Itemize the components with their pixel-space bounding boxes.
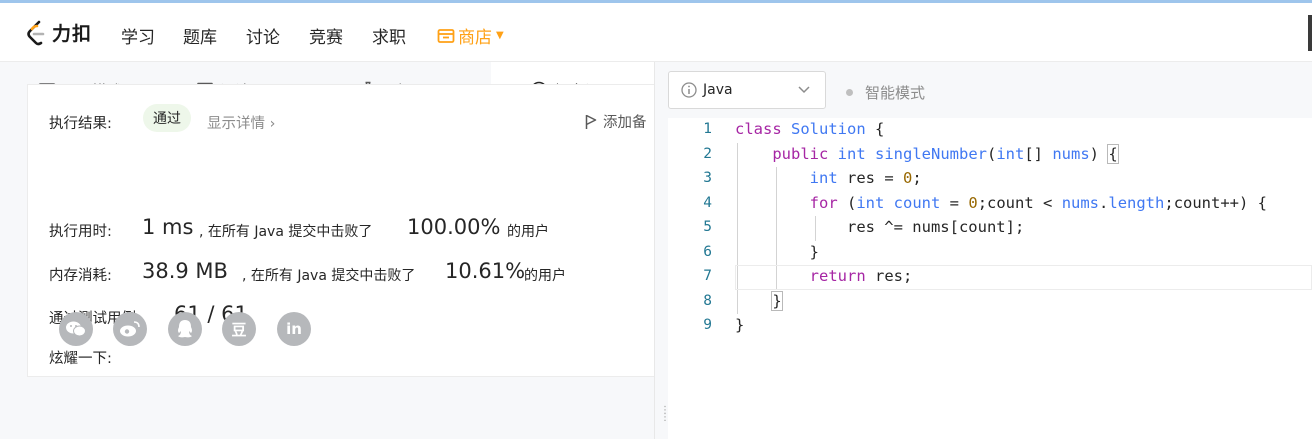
runtime-percentile: 100.00% [407,215,501,239]
runtime-suffix: 的用户 [507,224,549,240]
code-text: public int singleNumber(int[] nums) { [772,143,1119,164]
nav-item-contest[interactable]: 竞赛 [309,23,343,48]
window-edge [1308,15,1312,51]
weibo-icon[interactable] [113,312,147,346]
smart-mode-toggle[interactable]: 智能模式 [846,82,925,103]
linkedin-icon[interactable]: in [277,312,311,346]
code-text: class Solution { [735,120,885,138]
logo-mark-icon [26,20,48,46]
memory-value: 38.9 MB [142,259,228,283]
code-line: 9 } [668,314,1312,339]
line-number: 4 [703,194,712,211]
memory-suffix: 的用户 [524,268,566,284]
editor-toolbar: Java 智能模式 [668,62,1312,118]
code-line: 8 } [668,290,1312,315]
code-text: } [771,290,783,311]
code-line-current: 7 return res; [668,265,1312,290]
share-label: 炫耀一下: [49,351,112,367]
logo-text: 力扣 [52,23,93,45]
leetcode-logo[interactable]: 力扣 [26,19,92,46]
code-editor[interactable]: 1 class Solution { 2 public int singleNu… [668,118,1312,439]
line-number: 6 [703,243,712,260]
code-line: 3 int res = 0; [668,167,1312,192]
memory-percentile: 10.61% [445,259,526,283]
drag-grip-icon: ⋮ ⋮ [660,405,670,423]
code-line: 1 class Solution { [668,118,1312,143]
nav-item-discuss[interactable]: 讨论 [246,23,280,48]
code-text: res ^= nums[count]; [735,218,1025,236]
store-label: 商店 [458,28,492,48]
nav-item-store[interactable]: 商店 ▼ [437,23,504,48]
language-value: Java [703,82,733,98]
runtime-description: , 在所有 Java 提交中击败了 [199,224,373,240]
runtime-label: 执行用时: [49,224,112,240]
show-details-link[interactable]: 显示详情 › [207,112,275,133]
code-line: 2 public int singleNumber(int[] nums) { [668,143,1312,168]
code-text: int res = 0; [809,169,922,187]
douban-icon[interactable]: 豆 [222,312,256,346]
nav-item-learn[interactable]: 学习 [121,23,155,48]
code-text: for (int count = 0;count < nums.length;c… [809,193,1268,212]
chevron-down-icon [797,82,811,100]
line-number: 1 [703,121,712,137]
add-note-button[interactable]: 添加备 [585,111,647,132]
runtime-value: 1 ms [142,215,194,239]
status-badge: 通过 [143,104,191,132]
top-navbar: 力扣 学习 题库 讨论 竞赛 求职 商店 ▼ [0,3,1312,62]
memory-label: 内存消耗: [49,268,112,284]
line-number: 8 [703,292,712,309]
line-number: 9 [703,317,712,333]
code-text: } [735,316,745,334]
wechat-icon[interactable] [59,312,93,346]
code-line: 5 res ^= nums[count]; [668,216,1312,241]
nav-item-problems[interactable]: 题库 [183,23,217,48]
memory-description: , 在所有 Java 提交中击败了 [242,268,416,284]
code-line: 6 } [668,241,1312,266]
line-number: 2 [703,145,712,162]
result-status-label: 执行结果: [49,116,112,132]
code-text: } [735,242,819,261]
info-icon [681,82,697,98]
line-number: 5 [703,219,712,235]
language-select[interactable]: Java [668,71,826,109]
smart-mode-label: 智能模式 [865,84,926,102]
add-note-label: 添加备 [603,115,647,131]
mode-dot-icon [846,89,853,96]
store-icon [437,28,455,44]
caret-down-icon: ▼ [496,30,504,41]
line-number: 7 [703,268,712,284]
nav-item-jobs[interactable]: 求职 [372,23,406,48]
panel-resize-handle[interactable]: ⋮ ⋮ [654,62,670,439]
flag-icon [585,114,597,130]
line-number: 3 [703,170,712,186]
qq-icon[interactable] [168,312,202,346]
code-line: 4 for (int count = 0;count < nums.length… [668,192,1312,217]
code-text: return res; [809,267,913,285]
